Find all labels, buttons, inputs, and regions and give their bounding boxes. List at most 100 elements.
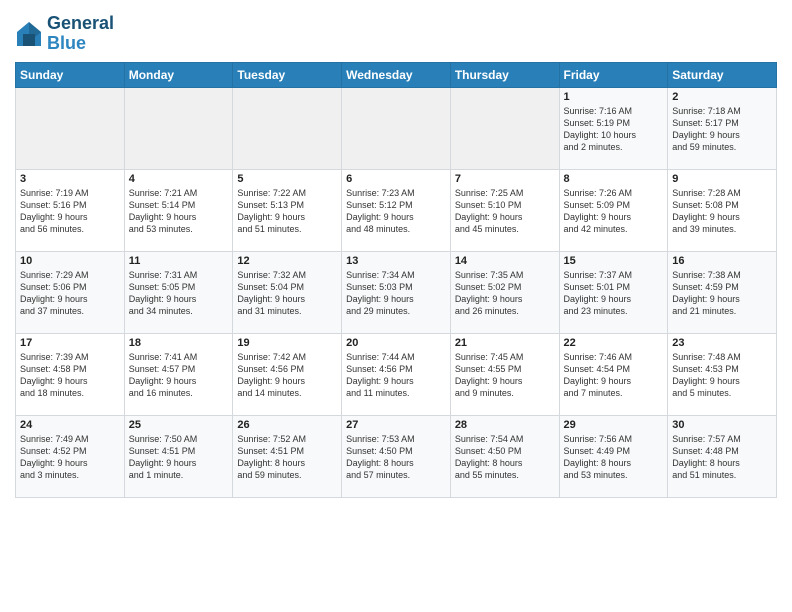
day-info: Sunrise: 7:34 AM Sunset: 5:03 PM Dayligh… (346, 269, 446, 318)
day-info: Sunrise: 7:57 AM Sunset: 4:48 PM Dayligh… (672, 433, 772, 482)
calendar-week-1: 1 Sunrise: 7:16 AM Sunset: 5:19 PM Daylig… (16, 87, 777, 169)
calendar-cell: 5 Sunrise: 7:22 AM Sunset: 5:13 PM Daylig… (233, 169, 342, 251)
day-info: Sunrise: 7:41 AM Sunset: 4:57 PM Dayligh… (129, 351, 229, 400)
weekday-header-thursday: Thursday (450, 62, 559, 87)
calendar-cell: 15 Sunrise: 7:37 AM Sunset: 5:01 PM Dayli… (559, 251, 668, 333)
calendar-cell (342, 87, 451, 169)
day-number: 30 (672, 419, 772, 431)
day-info: Sunrise: 7:18 AM Sunset: 5:17 PM Dayligh… (672, 105, 772, 154)
calendar-cell: 8Sunrise: 7:26 AM Sunset: 5:09 PM Daylig… (559, 169, 668, 251)
weekday-header-saturday: Saturday (668, 62, 777, 87)
calendar-cell: 20 Sunrise: 7:44 AM Sunset: 4:56 PM Dayli… (342, 333, 451, 415)
calendar-cell: 12 Sunrise: 7:32 AM Sunset: 5:04 PM Dayli… (233, 251, 342, 333)
day-number: 13 (346, 255, 446, 267)
calendar-cell (124, 87, 233, 169)
calendar-cell: 23Sunrise: 7:48 AM Sunset: 4:53 PM Dayli… (668, 333, 777, 415)
day-number: 27 (346, 419, 446, 431)
day-info: Sunrise: 7:42 AM Sunset: 4:56 PM Dayligh… (237, 351, 337, 400)
day-number: 26 (237, 419, 337, 431)
calendar-cell: 13 Sunrise: 7:34 AM Sunset: 5:03 PM Dayli… (342, 251, 451, 333)
day-info: Sunrise: 7:32 AM Sunset: 5:04 PM Dayligh… (237, 269, 337, 318)
weekday-header-friday: Friday (559, 62, 668, 87)
calendar-week-4: 17 Sunrise: 7:39 AM Sunset: 4:58 PM Dayli… (16, 333, 777, 415)
page-container: General Blue SundayMondayTuesdayWednesda… (0, 0, 792, 503)
logo: General Blue (15, 14, 114, 54)
day-info: Sunrise: 7:38 AM Sunset: 4:59 PM Dayligh… (672, 269, 772, 318)
weekday-header-sunday: Sunday (16, 62, 125, 87)
calendar-cell: 24 Sunrise: 7:49 AM Sunset: 4:52 PM Dayli… (16, 415, 125, 497)
day-number: 23 (672, 337, 772, 349)
day-number: 11 (129, 255, 229, 267)
day-info: Sunrise: 7:31 AM Sunset: 5:05 PM Dayligh… (129, 269, 229, 318)
day-info: Sunrise: 7:50 AM Sunset: 4:51 PM Dayligh… (129, 433, 229, 482)
calendar-table: SundayMondayTuesdayWednesdayThursdayFrid… (15, 62, 777, 498)
day-info: Sunrise: 7:45 AM Sunset: 4:55 PM Dayligh… (455, 351, 555, 400)
weekday-header-row: SundayMondayTuesdayWednesdayThursdayFrid… (16, 62, 777, 87)
day-info: Sunrise: 7:16 AM Sunset: 5:19 PM Dayligh… (564, 105, 664, 154)
day-number: 18 (129, 337, 229, 349)
calendar-cell: 14 Sunrise: 7:35 AM Sunset: 5:02 PM Dayli… (450, 251, 559, 333)
calendar-cell: 28 Sunrise: 7:54 AM Sunset: 4:50 PM Dayli… (450, 415, 559, 497)
calendar-cell: 1 Sunrise: 7:16 AM Sunset: 5:19 PM Daylig… (559, 87, 668, 169)
calendar-cell: 29 Sunrise: 7:56 AM Sunset: 4:49 PM Dayli… (559, 415, 668, 497)
day-number: 17 (20, 337, 120, 349)
day-info: Sunrise: 7:29 AM Sunset: 5:06 PM Dayligh… (20, 269, 120, 318)
calendar-cell: 25Sunrise: 7:50 AM Sunset: 4:51 PM Dayli… (124, 415, 233, 497)
calendar-cell: 30 Sunrise: 7:57 AM Sunset: 4:48 PM Dayli… (668, 415, 777, 497)
calendar-cell: 11 Sunrise: 7:31 AM Sunset: 5:05 PM Dayli… (124, 251, 233, 333)
day-info: Sunrise: 7:56 AM Sunset: 4:49 PM Dayligh… (564, 433, 664, 482)
day-number: 10 (20, 255, 120, 267)
calendar-cell: 7Sunrise: 7:25 AM Sunset: 5:10 PM Daylig… (450, 169, 559, 251)
day-info: Sunrise: 7:39 AM Sunset: 4:58 PM Dayligh… (20, 351, 120, 400)
calendar-cell: 10 Sunrise: 7:29 AM Sunset: 5:06 PM Dayli… (16, 251, 125, 333)
calendar-cell: 16 Sunrise: 7:38 AM Sunset: 4:59 PM Dayli… (668, 251, 777, 333)
day-number: 14 (455, 255, 555, 267)
calendar-week-2: 3 Sunrise: 7:19 AM Sunset: 5:16 PM Daylig… (16, 169, 777, 251)
day-info: Sunrise: 7:52 AM Sunset: 4:51 PM Dayligh… (237, 433, 337, 482)
weekday-header-monday: Monday (124, 62, 233, 87)
day-info: Sunrise: 7:44 AM Sunset: 4:56 PM Dayligh… (346, 351, 446, 400)
weekday-header-wednesday: Wednesday (342, 62, 451, 87)
logo-icon (15, 20, 43, 48)
calendar-cell: 2Sunrise: 7:18 AM Sunset: 5:17 PM Daylig… (668, 87, 777, 169)
calendar-cell: 26 Sunrise: 7:52 AM Sunset: 4:51 PM Dayli… (233, 415, 342, 497)
day-number: 24 (20, 419, 120, 431)
day-info: Sunrise: 7:21 AM Sunset: 5:14 PM Dayligh… (129, 187, 229, 236)
day-number: 4 (129, 173, 229, 185)
day-number: 19 (237, 337, 337, 349)
day-info: Sunrise: 7:22 AM Sunset: 5:13 PM Dayligh… (237, 187, 337, 236)
day-number: 16 (672, 255, 772, 267)
day-info: Sunrise: 7:26 AM Sunset: 5:09 PM Dayligh… (564, 187, 664, 236)
day-number: 28 (455, 419, 555, 431)
day-info: Sunrise: 7:23 AM Sunset: 5:12 PM Dayligh… (346, 187, 446, 236)
calendar-week-5: 24 Sunrise: 7:49 AM Sunset: 4:52 PM Dayli… (16, 415, 777, 497)
day-number: 7 (455, 173, 555, 185)
calendar-cell (450, 87, 559, 169)
day-number: 5 (237, 173, 337, 185)
day-number: 22 (564, 337, 664, 349)
day-number: 20 (346, 337, 446, 349)
day-info: Sunrise: 7:35 AM Sunset: 5:02 PM Dayligh… (455, 269, 555, 318)
calendar-cell: 22Sunrise: 7:46 AM Sunset: 4:54 PM Dayli… (559, 333, 668, 415)
day-number: 1 (564, 91, 664, 103)
day-info: Sunrise: 7:53 AM Sunset: 4:50 PM Dayligh… (346, 433, 446, 482)
day-info: Sunrise: 7:37 AM Sunset: 5:01 PM Dayligh… (564, 269, 664, 318)
day-number: 6 (346, 173, 446, 185)
logo-text: General Blue (47, 14, 114, 54)
day-info: Sunrise: 7:28 AM Sunset: 5:08 PM Dayligh… (672, 187, 772, 236)
day-number: 15 (564, 255, 664, 267)
day-info: Sunrise: 7:19 AM Sunset: 5:16 PM Dayligh… (20, 187, 120, 236)
day-info: Sunrise: 7:49 AM Sunset: 4:52 PM Dayligh… (20, 433, 120, 482)
day-number: 29 (564, 419, 664, 431)
calendar-cell: 19 Sunrise: 7:42 AM Sunset: 4:56 PM Dayli… (233, 333, 342, 415)
day-number: 9 (672, 173, 772, 185)
calendar-cell: 9 Sunrise: 7:28 AM Sunset: 5:08 PM Daylig… (668, 169, 777, 251)
day-info: Sunrise: 7:54 AM Sunset: 4:50 PM Dayligh… (455, 433, 555, 482)
weekday-header-tuesday: Tuesday (233, 62, 342, 87)
calendar-cell (233, 87, 342, 169)
calendar-cell: 3 Sunrise: 7:19 AM Sunset: 5:16 PM Daylig… (16, 169, 125, 251)
day-number: 12 (237, 255, 337, 267)
calendar-cell: 17 Sunrise: 7:39 AM Sunset: 4:58 PM Dayli… (16, 333, 125, 415)
calendar-cell: 4 Sunrise: 7:21 AM Sunset: 5:14 PM Daylig… (124, 169, 233, 251)
day-number: 3 (20, 173, 120, 185)
